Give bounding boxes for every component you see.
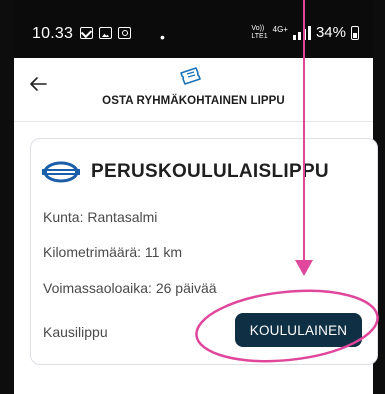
- app-icon: [118, 27, 131, 39]
- volte-indicator: Vo)) LTE1: [251, 24, 268, 40]
- network-type: 4G+: [272, 25, 288, 34]
- koululainen-button[interactable]: KOULULAINEN: [235, 313, 362, 347]
- notification-icons: [80, 27, 131, 39]
- kilometers-text: Kilometrimäärä: 11 km: [43, 244, 183, 260]
- ticket-card: PERUSKOULULAISLIPPU Kunta: Rantasalmi Ki…: [30, 138, 378, 365]
- battery-percent: 34%: [315, 24, 346, 41]
- card-title: PERUSKOULULAISLIPPU: [91, 161, 329, 182]
- season-ticket-label: Kausilippu: [43, 324, 108, 340]
- card-header: PERUSKOULULAISLIPPU: [41, 159, 329, 185]
- matkahuolto-logo-icon: [42, 161, 80, 183]
- status-right: Vo)) LTE1 4G+ 34%: [251, 24, 359, 41]
- ticket-icon: [180, 67, 201, 85]
- status-bar: 10.33 • Vo)) LTE1 4G+ 34%: [14, 0, 373, 58]
- app-bar: OSTA RYHMÄKOHTAINEN LIPPU: [14, 58, 373, 122]
- back-arrow-icon[interactable]: [26, 72, 50, 96]
- page-title: OSTA RYHMÄKOHTAINEN LIPPU: [102, 95, 285, 107]
- validity-text: Voimassaoloaika: 26 päivää: [43, 280, 217, 296]
- status-time: 10.33: [32, 25, 74, 42]
- phone-frame-left: [0, 0, 14, 394]
- battery-icon: [351, 25, 359, 40]
- signal-icon: [292, 25, 311, 40]
- municipality-text: Kunta: Rantasalmi: [43, 209, 158, 225]
- photo-icon: [99, 27, 112, 39]
- mail-icon: [80, 27, 93, 39]
- notification-dot: •: [160, 29, 165, 45]
